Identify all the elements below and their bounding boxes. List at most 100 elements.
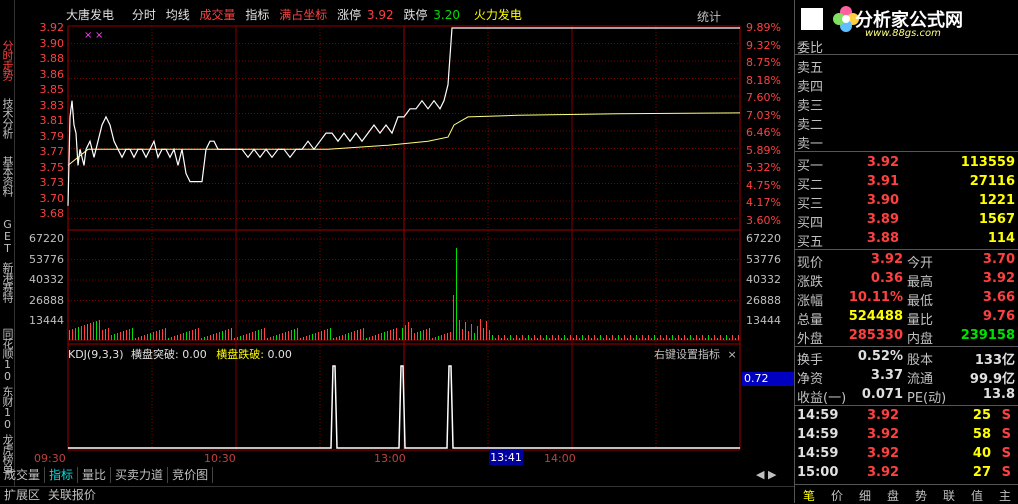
buy-row[interactable]: 买二 3.91 27116: [795, 173, 1018, 193]
volume-bar: [420, 331, 421, 340]
volume-bar: [186, 332, 187, 340]
volume-bar: [609, 338, 610, 340]
volume-bar: [699, 338, 700, 340]
menu-intraday[interactable]: 分时: [132, 8, 156, 22]
volume-bar: [687, 338, 688, 340]
volume-bar: [249, 333, 250, 340]
arrow-left-icon[interactable]: ◀: [756, 468, 764, 481]
volume-bar: [552, 335, 553, 340]
kdj-title: KDJ(9,3,3): [68, 348, 124, 361]
fund-row-value: 99.9亿: [969, 372, 1015, 387]
indicator-settings[interactable]: 右键设置指标 ×: [654, 346, 737, 362]
sell-row: 卖三: [795, 94, 1018, 114]
buy-row[interactable]: 买三 3.90 1221: [795, 192, 1018, 212]
status-expand[interactable]: 扩展区: [4, 488, 40, 502]
volume-bar: [408, 322, 409, 340]
volume-bar: [294, 329, 295, 340]
volume-bar: [435, 337, 436, 340]
axis-label: 6.46%: [746, 126, 781, 139]
buy-row[interactable]: 买五 3.88 114: [795, 230, 1018, 250]
kdj-header: KDJ(9,3,3) 横盘突破: 0.00 横盘跌破: 0.00: [68, 346, 292, 362]
volume-bar: [282, 333, 283, 340]
scroll-arrows[interactable]: ◀ ▶: [756, 468, 786, 482]
break-up-value: 0.00: [182, 348, 207, 361]
volume-bar: [117, 333, 118, 340]
volume-bar: [321, 331, 322, 340]
volume-bar: [537, 338, 538, 340]
tick-direction: S: [1001, 446, 1011, 461]
buy-label: 买一: [797, 159, 824, 174]
menu-volume[interactable]: 成交量: [200, 8, 236, 22]
tab-volume-ratio[interactable]: 量比: [78, 467, 112, 483]
volume-bar: [213, 334, 214, 340]
tab-indicator[interactable]: 指标: [45, 467, 79, 483]
detail-tab[interactable]: 笔: [795, 487, 823, 504]
axis-label: 40332: [746, 273, 781, 286]
volume-bar: [501, 338, 502, 340]
menu-indicator[interactable]: 指标: [245, 8, 269, 22]
volume-bar: [462, 329, 463, 340]
volume-bar: [522, 335, 523, 340]
axis-label: 5.32%: [746, 161, 781, 174]
quote-row-value: 0.36: [870, 271, 903, 286]
detail-tab[interactable]: 细: [851, 487, 879, 504]
volume-bar: [666, 335, 667, 340]
detail-tab[interactable]: 势: [907, 487, 935, 504]
fund-row-label: 流通: [907, 372, 934, 387]
status-related-quotes[interactable]: 关联报价: [48, 488, 96, 502]
volume-bar: [738, 335, 739, 340]
tab-auction[interactable]: 竞价图: [168, 467, 214, 483]
volume-bar: [648, 335, 649, 340]
volume-bar: [231, 328, 232, 340]
tab-volume[interactable]: 成交量: [0, 467, 46, 483]
volume-bar: [534, 335, 535, 340]
tab-buy-sell-power[interactable]: 买卖力道: [111, 467, 169, 483]
close-icon[interactable]: ×: [728, 348, 737, 361]
detail-tabs: 笔价细盘势联值主: [795, 484, 1018, 504]
tick-volume: 25: [972, 408, 991, 423]
volume-bar: [336, 337, 337, 340]
stock-name: 大唐发电: [66, 8, 115, 22]
buy-row[interactable]: 买四 3.89 1567: [795, 211, 1018, 231]
detail-tab[interactable]: 价: [823, 487, 851, 504]
menu-full-coord[interactable]: 满占坐标: [279, 8, 327, 22]
volume-bar: [525, 338, 526, 340]
quote-row-value: 9.76: [982, 309, 1015, 324]
indicator-settings-label[interactable]: 右键设置指标: [654, 348, 720, 361]
status-bar: 扩展区 关联报价: [0, 486, 794, 504]
volume-bar: [180, 334, 181, 340]
detail-tab[interactable]: 值: [963, 487, 991, 504]
sell-row: 卖四: [795, 75, 1018, 95]
volume-bar: [564, 335, 565, 340]
volume-bar: [288, 331, 289, 340]
volume-bar: [189, 331, 190, 340]
axis-label: 67220: [746, 232, 781, 245]
arrow-right-icon[interactable]: ▶: [768, 468, 776, 481]
volume-bar: [111, 335, 112, 340]
volume-bar: [510, 335, 511, 340]
stats-button[interactable]: 统计: [697, 8, 721, 25]
detail-tab[interactable]: 主: [991, 487, 1018, 504]
fund-row-label: 收益(一): [797, 391, 847, 406]
intraday-chart[interactable]: × ×: [0, 0, 794, 486]
volume-bar: [195, 329, 196, 340]
volume-bar: [402, 328, 403, 340]
sector-name[interactable]: 火力发电: [474, 8, 522, 22]
tick-row: 14:59 3.92 25 S: [795, 407, 1018, 426]
menu-avg-line[interactable]: 均线: [166, 8, 190, 22]
time-label-1400: 14:00: [544, 452, 576, 465]
volume-bar: [285, 332, 286, 340]
axis-label: 26888: [746, 293, 781, 307]
volume-bar: [153, 332, 154, 340]
axis-label: 3.75: [39, 160, 65, 174]
volume-bar: [714, 335, 715, 340]
volume-bar: [720, 335, 721, 340]
volume-bar: [75, 328, 76, 340]
detail-tab[interactable]: 盘: [879, 487, 907, 504]
volume-bar: [633, 338, 634, 340]
buy-row[interactable]: 买一 3.92 113559: [795, 154, 1018, 174]
tick-price: 3.92: [867, 446, 900, 461]
tick-price: 3.92: [867, 427, 900, 442]
volume-bar: [396, 328, 397, 340]
detail-tab[interactable]: 联: [935, 487, 963, 504]
